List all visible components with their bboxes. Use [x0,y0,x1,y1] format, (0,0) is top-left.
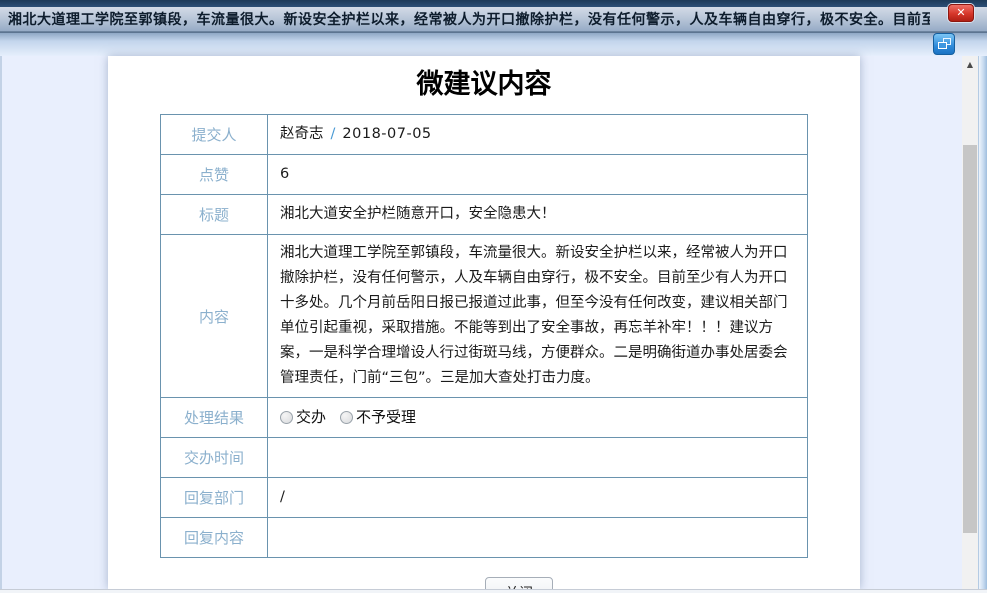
likes-value: 6 [268,155,808,195]
table-row-reply-dept: 回复部门 / [161,478,808,518]
scrollbar-thumb[interactable] [963,145,977,533]
assign-time-label: 交办时间 [161,438,268,478]
submitter-separator: / [331,126,336,142]
page-title: 微建议内容 [108,62,860,101]
table-row-result: 处理结果 交办 不予受理 [161,398,808,438]
table-row-title: 标题 湘北大道安全护栏随意开口，安全隐患大！ [161,195,808,235]
title-value: 湘北大道安全护栏随意开口，安全隐患大！ [268,195,808,235]
title-label: 标题 [161,195,268,235]
table-row-assign-time: 交办时间 [161,438,808,478]
window-substrip [0,32,987,56]
reply-dept-label: 回复部门 [161,478,268,518]
content-value: 湘北大道理工学院至郭镇段，车流量很大。新设安全护栏以来，经常被人为开口撤除护栏，… [268,235,808,398]
radio-reject-label: 不予受理 [356,405,416,430]
radio-reject-icon[interactable] [340,411,353,424]
assign-time-value [268,438,808,478]
content-label: 内容 [161,235,268,398]
window-top-edge [0,0,987,7]
result-radio-group: 交办 不予受理 [280,405,799,430]
content-panel: 微建议内容 提交人 赵奇志 / 2018-07-05 点赞 6 标题 湘北大道安全护… [108,56,860,589]
table-row-submitter: 提交人 赵奇志 / 2018-07-05 [161,115,808,155]
submitter-label: 提交人 [161,115,268,155]
suggestion-detail-table: 提交人 赵奇志 / 2018-07-05 点赞 6 标题 湘北大道安全护栏随意开口，… [160,114,808,558]
submitter-value: 赵奇志 / 2018-07-05 [268,115,808,155]
result-value: 交办 不予受理 [268,398,808,438]
close-dialog-button[interactable]: 关闭 [485,577,553,589]
radio-option-reject[interactable]: 不予受理 [340,405,416,430]
submitter-name: 赵奇志 [280,126,324,142]
table-row-content: 内容 湘北大道理工学院至郭镇段，车流量很大。新设安全护栏以来，经常被人为开口撤除… [161,235,808,398]
submit-date: 2018-07-05 [342,126,431,142]
scroll-up-arrow-icon[interactable]: ▲ [962,58,978,72]
radio-option-assign[interactable]: 交办 [280,405,326,430]
result-label: 处理结果 [161,398,268,438]
reply-dept-value: / [268,478,808,518]
window-right-edge [978,56,987,593]
restore-icon-front-square [938,42,947,49]
radio-assign-icon[interactable] [280,411,293,424]
window-left-edge [0,56,2,593]
close-icon[interactable]: ✕ [948,4,974,22]
popup-window: 湘北大道理工学院至郭镇段，车流量很大。新设安全护栏以来，经常被人为开口撤除护栏，… [0,0,987,593]
likes-label: 点赞 [161,155,268,195]
reply-content-label: 回复内容 [161,518,268,558]
vertical-scrollbar[interactable]: ▲ [962,56,978,593]
table-row-likes: 点赞 6 [161,155,808,195]
restore-window-icon[interactable] [933,33,955,55]
reply-content-value [268,518,808,558]
window-bottom-strip [0,589,987,593]
window-titlebar: 湘北大道理工学院至郭镇段，车流量很大。新设安全护栏以来，经常被人为开口撤除护栏，… [0,7,987,32]
radio-assign-label: 交办 [296,405,326,430]
window-title: 湘北大道理工学院至郭镇段，车流量很大。新设安全护栏以来，经常被人为开口撤除护栏，… [0,9,930,29]
table-row-reply-content: 回复内容 [161,518,808,558]
